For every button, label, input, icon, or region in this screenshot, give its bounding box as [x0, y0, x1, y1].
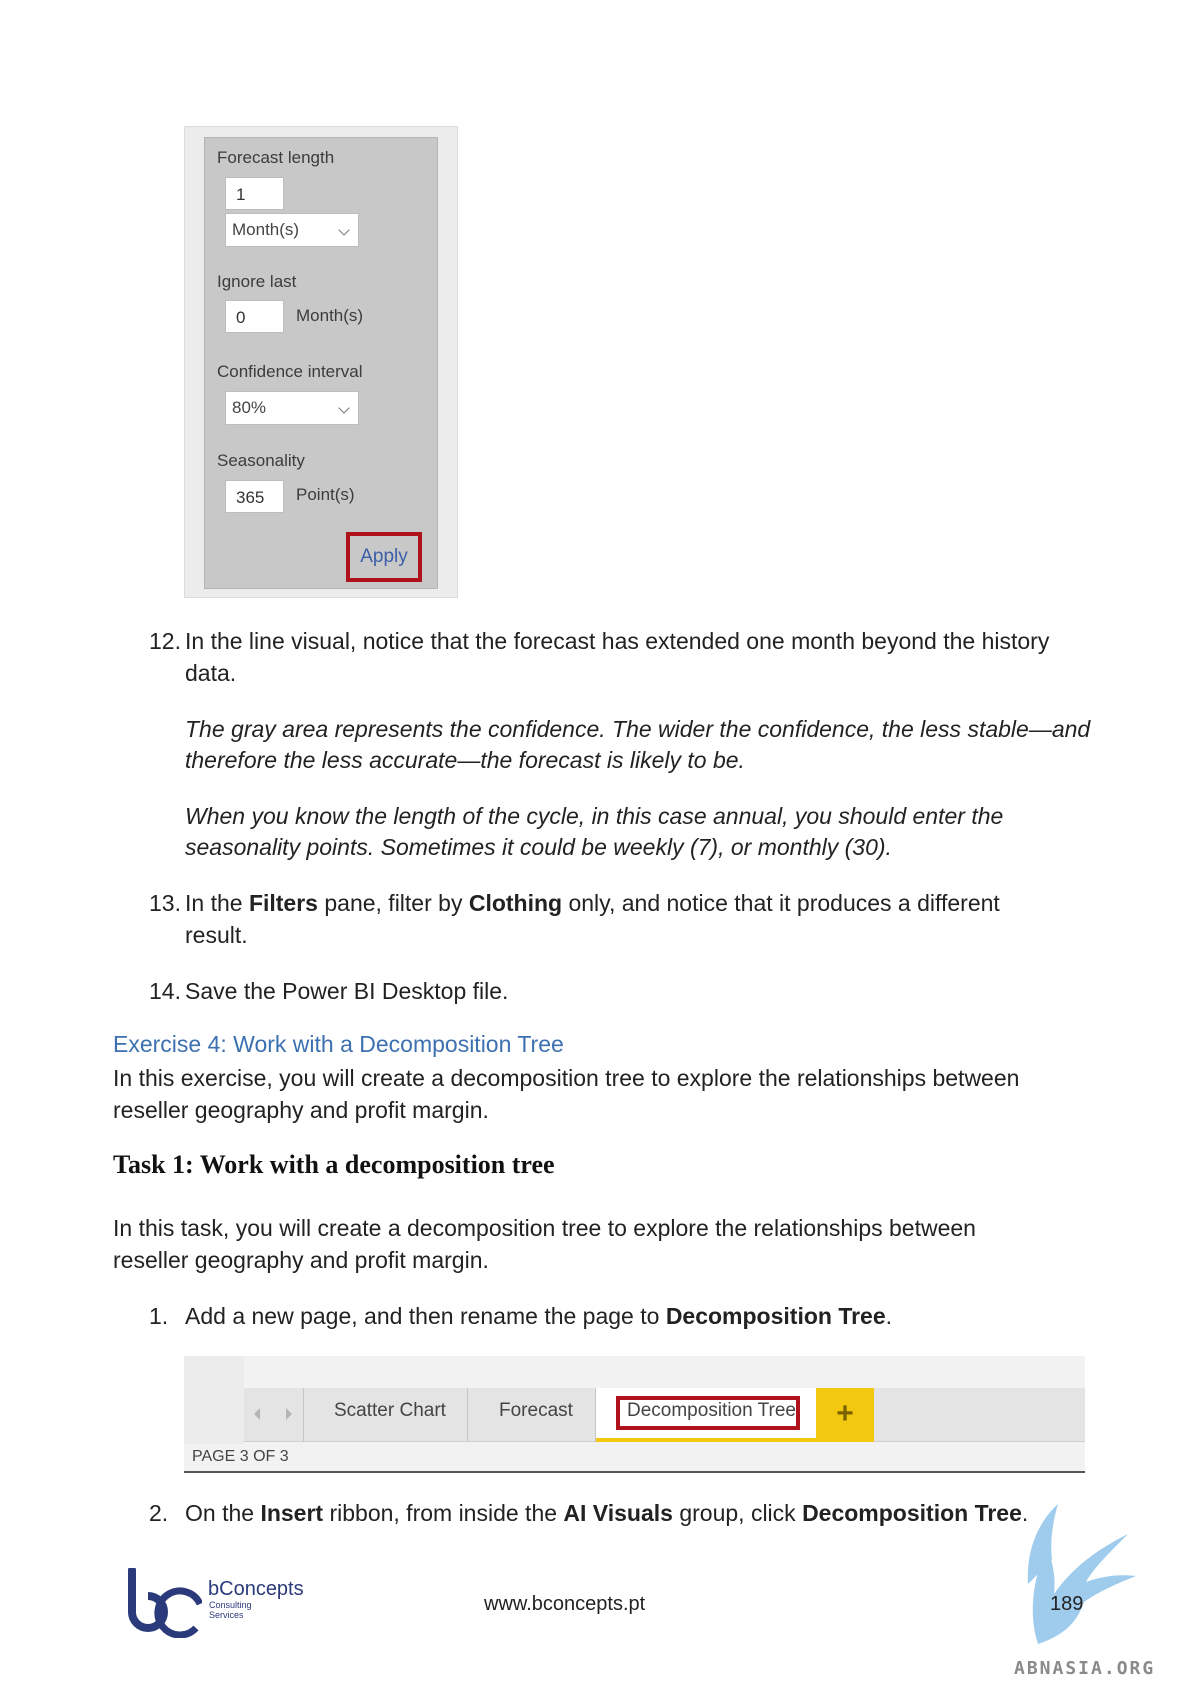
dragon-watermark-icon	[1027, 1504, 1136, 1644]
insert-term: Insert	[260, 1500, 324, 1526]
seasonality-label: Seasonality	[217, 451, 305, 470]
task-step-2-part: On the	[185, 1500, 261, 1526]
seasonality-unit: Point(s)	[296, 485, 355, 504]
bconcepts-logo-icon	[128, 1568, 202, 1638]
task-step-2-number: 2.	[149, 1500, 169, 1526]
ignore-last-unit: Month(s)	[296, 306, 364, 325]
step-13-text-line1: In the Filters pane, filter by Clothing …	[185, 887, 1000, 919]
step-14-number: 14.	[149, 978, 181, 1004]
logo-subtitle-line: Consulting	[209, 1600, 252, 1610]
add-page-button[interactable]: +	[816, 1388, 874, 1442]
task-intro-line2: reseller geography and profit margin.	[113, 1247, 489, 1273]
logo-subtitle-line: Services	[209, 1610, 244, 1620]
seasonality-note-line2: seasonality points. Sometimes it could b…	[185, 834, 892, 860]
step-13-text-line2: result.	[185, 922, 248, 948]
step-13-text: pane, filter by	[317, 890, 469, 916]
step-12-text-line1: In the line visual, notice that the fore…	[185, 628, 1050, 654]
logo-subtitle: Consulting Services	[209, 1600, 252, 1620]
step-13-text: only, and notice that it produces a diff…	[562, 890, 1000, 916]
step-14-text: Save the Power BI Desktop file.	[185, 978, 509, 1004]
clothing-term: Clothing	[468, 890, 563, 916]
decomposition-tree-term: Decomposition Tree	[802, 1500, 1022, 1526]
confidence-interval-value: 80%	[232, 398, 267, 417]
confidence-note-line1: The gray area represents the confidence.…	[185, 716, 1091, 742]
previous-page-arrow-icon[interactable]	[254, 1408, 260, 1420]
tab-divider	[467, 1388, 468, 1442]
ignore-last-label: Ignore last	[217, 272, 297, 291]
task-step-2-part: group, click	[672, 1500, 803, 1526]
task-step-2-text: On the Insert ribbon, from inside the AI…	[185, 1497, 1028, 1529]
task-step-1-text: Add a new page, and then rename the page…	[185, 1300, 892, 1332]
seasonality-note-line1: When you know the length of the cycle, i…	[185, 803, 1004, 829]
ai-visuals-term: AI Visuals	[563, 1500, 673, 1526]
forecast-length-label: Forecast length	[217, 148, 335, 167]
tab-divider	[303, 1388, 304, 1442]
page-count-indicator: PAGE 3 OF 3	[192, 1448, 289, 1465]
seasonality-input[interactable]: 365	[225, 480, 284, 513]
watermark-text: ABNASIA.ORG	[1014, 1658, 1156, 1679]
step-13-number: 13.	[149, 890, 181, 916]
step-12-number: 12.	[149, 628, 181, 654]
chevron-down-icon	[338, 402, 350, 414]
forecast-length-input[interactable]: 1	[225, 177, 284, 210]
logo-company-name: bConcepts	[208, 1578, 304, 1600]
next-page-arrow-icon[interactable]	[286, 1408, 292, 1420]
task-intro-line1: In this task, you will create a decompos…	[113, 1215, 976, 1241]
task-step-2-part: ribbon, from inside the	[323, 1500, 564, 1526]
exercise-intro-line1: In this exercise, you will create a deco…	[113, 1065, 1020, 1091]
forecast-length-unit-value: Month(s)	[232, 220, 300, 239]
apply-button[interactable]: Apply	[353, 538, 415, 576]
filters-term: Filters	[248, 890, 318, 916]
task-step-1-number: 1.	[149, 1303, 169, 1329]
forecast-length-unit-select[interactable]: Month(s)	[225, 213, 359, 247]
tab-scatter-chart[interactable]: Scatter Chart	[334, 1400, 446, 1422]
chevron-down-icon	[338, 224, 350, 236]
tabs-left-gutter	[184, 1356, 244, 1444]
confidence-interval-select[interactable]: 80%	[225, 391, 359, 425]
ignore-last-input[interactable]: 0	[225, 300, 284, 333]
exercise-intro-line2: reseller geography and profit margin.	[113, 1097, 489, 1123]
task-step-1-part: .	[885, 1303, 893, 1329]
rename-highlight-box	[616, 1396, 800, 1430]
step-12-text-line2: data.	[185, 660, 237, 686]
decomposition-tree-term: Decomposition Tree	[665, 1303, 886, 1329]
task-heading: Task 1: Work with a decomposition tree	[113, 1150, 555, 1179]
exercise-heading: Exercise 4: Work with a Decomposition Tr…	[113, 1031, 564, 1057]
confidence-note-line2: therefore the less accurate—the forecast…	[185, 747, 745, 773]
page-number: 189	[1050, 1593, 1084, 1615]
confidence-interval-label: Confidence interval	[217, 362, 363, 381]
step-13-text: In the	[185, 890, 249, 916]
task-step-1-part: Add a new page, and then rename the page…	[185, 1303, 666, 1329]
footer-website: www.bconcepts.pt	[484, 1593, 646, 1615]
tab-forecast[interactable]: Forecast	[499, 1400, 573, 1422]
